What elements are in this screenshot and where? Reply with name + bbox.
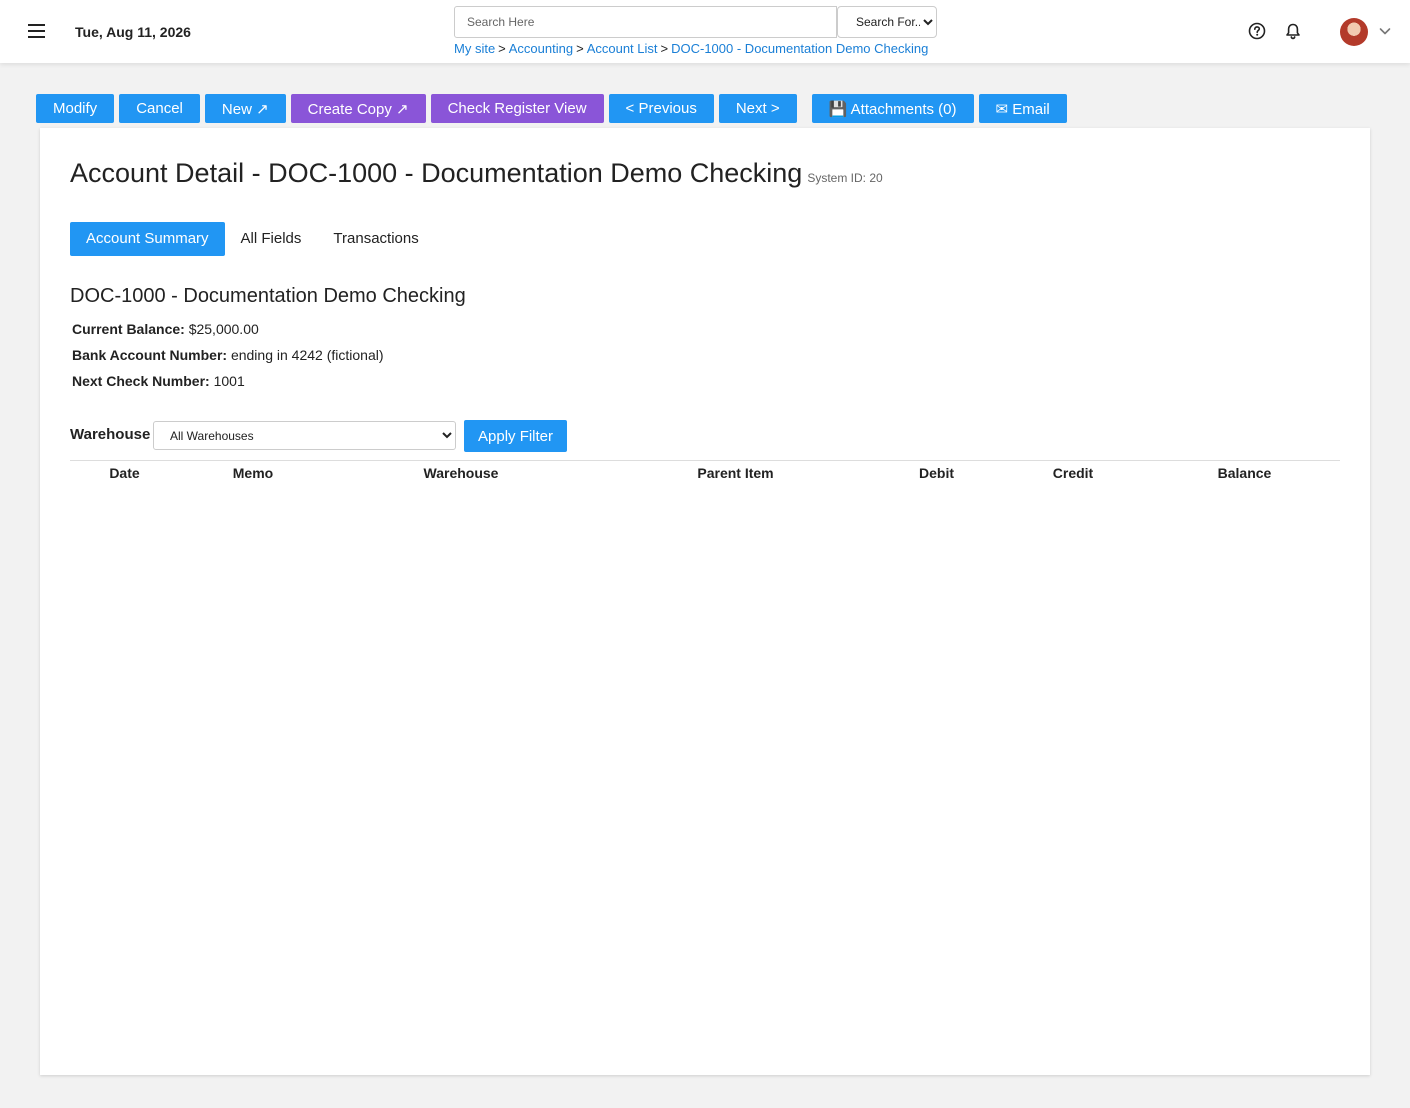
previous-button[interactable]: < Previous [608,94,714,123]
breadcrumb-current-account[interactable]: DOC-1000 - Documentation Demo Checking [671,41,928,56]
breadcrumb-my-site[interactable]: My site [454,41,495,56]
breadcrumb-accounting[interactable]: Accounting [509,41,573,56]
breadcrumb-account-list[interactable]: Account List [587,41,658,56]
table-header-row: Date Memo Warehouse Parent Item Debit Cr… [70,461,1340,485]
menu-icon[interactable] [28,24,45,38]
help-icon[interactable] [1248,22,1266,40]
next-check-number-row: Next Check Number: 1001 [72,373,245,389]
breadcrumb: My site > Accounting > Account List > DOC-1000… [454,41,929,56]
avatar[interactable] [1340,18,1368,46]
column-header-date[interactable]: Date [70,461,179,485]
email-button[interactable]: ✉ Email [978,94,1067,123]
tab-all-fields[interactable]: All Fields [225,222,318,256]
tab-account-summary[interactable]: Account Summary [70,222,225,256]
warehouse-select[interactable]: All Warehouses [153,421,456,450]
column-header-credit[interactable]: Credit [997,461,1149,485]
create-copy-button[interactable]: Create Copy ↗ [290,94,426,123]
modify-button[interactable]: Modify [36,94,115,123]
action-toolbar: Modify Cancel New ↗ Create Copy ↗ Check … [36,94,1067,123]
warehouse-filter-label: Warehouse [70,426,151,443]
tab-bar: Account Summary All Fields Transactions [70,222,435,256]
column-header-balance[interactable]: Balance [1149,461,1340,485]
column-header-warehouse[interactable]: Warehouse [327,461,595,485]
check-register-view-button[interactable]: Check Register View [430,94,604,123]
current-balance-row: Current Balance: $25,000.00 [72,321,259,337]
bank-account-number-row: Bank Account Number: ending in 4242 (fic… [72,347,384,363]
search-for-select[interactable]: Search For... [837,6,937,38]
column-header-parent-item[interactable]: Parent Item [595,461,876,485]
search-input[interactable] [454,6,837,38]
column-header-memo[interactable]: Memo [179,461,327,485]
tab-transactions[interactable]: Transactions [317,222,434,256]
cancel-button[interactable]: Cancel [119,94,200,123]
account-detail-card: Account Detail - DOC-1000 - Documentatio… [40,128,1370,1075]
attachments-button[interactable]: 💾 Attachments (0) [811,94,974,123]
current-date: Tue, Aug 11, 2026 [75,24,191,40]
next-button[interactable]: Next > [718,94,797,123]
page-title: Account Detail - DOC-1000 - Documentatio… [70,158,883,188]
system-id: System ID: 20 [807,171,883,185]
chevron-down-icon[interactable] [1379,26,1391,36]
transactions-table: Date Memo Warehouse Parent Item Debit Cr… [70,460,1340,485]
bell-icon[interactable] [1284,22,1302,40]
new-button[interactable]: New ↗ [204,94,286,123]
apply-filter-button[interactable]: Apply Filter [464,420,568,452]
column-header-debit[interactable]: Debit [876,461,997,485]
top-bar: Tue, Aug 11, 2026 Search For... My site>… [0,0,1410,63]
summary-title: DOC-1000 - Documentation Demo Checking [70,285,466,307]
